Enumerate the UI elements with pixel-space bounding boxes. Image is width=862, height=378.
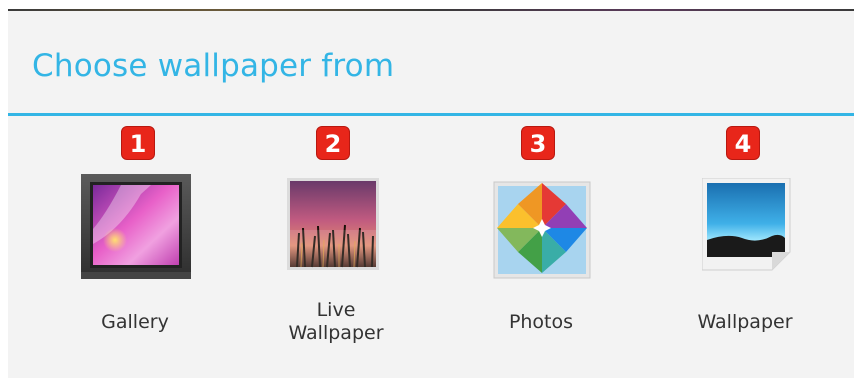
title-divider	[8, 113, 854, 116]
option-live-wallpaper[interactable]: 2 Live Wallpaper	[246, 126, 426, 366]
wallpaper-chooser-dialog: Choose wallpaper from 1 Gallery 2 Live W…	[8, 11, 854, 378]
live-wallpaper-icon	[282, 178, 392, 288]
option-gallery[interactable]: 1 Gallery	[45, 126, 225, 366]
option-photos[interactable]: 3 Photos	[451, 126, 631, 366]
number-badge: 2	[316, 126, 350, 160]
option-label: Gallery	[101, 311, 169, 333]
photos-icon	[486, 170, 596, 280]
dialog-title: Choose wallpaper from	[32, 48, 395, 84]
option-label: Wallpaper	[697, 311, 793, 333]
number-badge: 3	[521, 126, 555, 160]
number-badge: 4	[726, 126, 760, 160]
option-label: Live Wallpaper	[288, 299, 384, 344]
option-label: Photos	[508, 311, 574, 333]
gallery-icon	[81, 174, 191, 284]
wallpaper-icon	[697, 177, 807, 288]
number-badge: 1	[121, 126, 155, 160]
option-wallpaper[interactable]: 4 Wallpaper	[655, 126, 835, 366]
